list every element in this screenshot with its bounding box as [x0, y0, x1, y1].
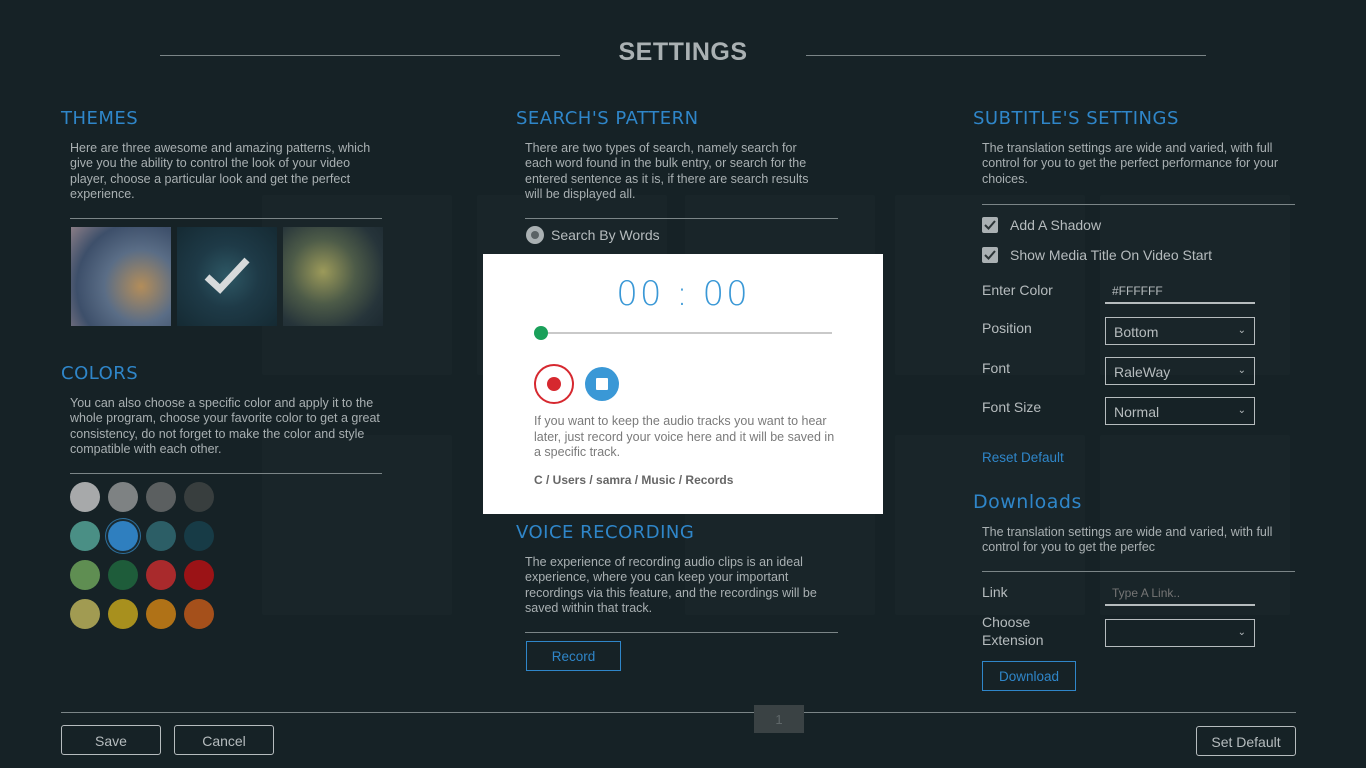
- color-swatch[interactable]: [70, 599, 100, 629]
- show-title-checkbox[interactable]: [982, 247, 998, 263]
- check-icon: [203, 255, 251, 300]
- font-size-label: Font Size: [982, 399, 1042, 415]
- color-swatch[interactable]: [108, 560, 138, 590]
- color-swatch[interactable]: [184, 482, 214, 512]
- color-swatch[interactable]: [108, 521, 138, 551]
- color-swatch[interactable]: [146, 599, 176, 629]
- downloads-description: The translation settings are wide and va…: [982, 525, 1273, 555]
- theme-tile-1[interactable]: [71, 227, 171, 326]
- color-swatch[interactable]: [146, 521, 176, 551]
- record-icon: [547, 377, 561, 391]
- position-select[interactable]: Bottom ⌄: [1105, 317, 1255, 345]
- extension-label-line1: Choose: [982, 614, 1031, 630]
- colors-description: You can also choose a specific color and…: [70, 396, 380, 456]
- voice-divider: [525, 632, 838, 633]
- chevron-down-icon: ⌄: [1237, 405, 1246, 416]
- search-title: SEARCH'S PATTERN: [516, 108, 699, 129]
- add-shadow-checkbox[interactable]: [982, 217, 998, 233]
- enter-color-input[interactable]: #FFFFFF: [1112, 284, 1163, 298]
- page-title: SETTINGS: [618, 38, 748, 66]
- search-by-words-label: Search By Words: [551, 227, 660, 243]
- colors-title: COLORS: [61, 363, 139, 384]
- theme-tile-3[interactable]: [283, 227, 383, 326]
- footer-divider: [61, 712, 1296, 713]
- font-size-select[interactable]: Normal ⌄: [1105, 397, 1255, 425]
- reset-default-link[interactable]: Reset Default: [982, 450, 1064, 465]
- chevron-down-icon: ⌄: [1237, 627, 1246, 638]
- voice-title: VOICE RECORDING: [516, 522, 695, 543]
- modal-description: If you want to keep the audio tracks you…: [534, 414, 835, 460]
- downloads-title: Downloads: [973, 491, 1082, 513]
- link-underline: [1105, 604, 1255, 606]
- extension-select[interactable]: ⌄: [1105, 619, 1255, 647]
- recording-progress-track[interactable]: [541, 332, 832, 334]
- position-value: Bottom: [1114, 324, 1159, 340]
- subtitles-title: SUBTITLE'S SETTINGS: [973, 108, 1179, 129]
- subtitles-description: The translation settings are wide and va…: [982, 141, 1278, 186]
- record-stop-button[interactable]: [585, 367, 619, 401]
- colors-divider: [70, 473, 382, 474]
- color-swatch[interactable]: [146, 482, 176, 512]
- font-select[interactable]: RaleWay ⌄: [1105, 357, 1255, 385]
- records-path: C / Users / samra / Music / Records: [534, 473, 734, 487]
- theme-tile-2[interactable]: [177, 227, 277, 326]
- extension-label-line2: Extension: [982, 632, 1044, 648]
- color-swatch[interactable]: [146, 560, 176, 590]
- position-label: Position: [982, 320, 1032, 336]
- font-value: RaleWay: [1114, 364, 1171, 380]
- title-divider-right: [806, 55, 1206, 56]
- font-label: Font: [982, 360, 1011, 376]
- voice-description: The experience of recording audio clips …: [525, 555, 817, 615]
- themes-description: Here are three awesome and amazing patte…: [70, 141, 371, 201]
- chevron-down-icon: ⌄: [1237, 325, 1246, 336]
- title-divider-left: [160, 55, 560, 56]
- record-start-button[interactable]: [534, 364, 574, 404]
- color-swatch[interactable]: [108, 599, 138, 629]
- chevron-down-icon: ⌄: [1237, 365, 1246, 376]
- record-button[interactable]: Record: [526, 641, 621, 671]
- search-by-words-radio[interactable]: [526, 226, 544, 244]
- link-input[interactable]: [1105, 583, 1255, 603]
- download-button[interactable]: Download: [982, 661, 1076, 691]
- subtitles-divider: [982, 204, 1295, 205]
- enter-color-underline: [1105, 302, 1255, 304]
- font-size-value: Normal: [1114, 404, 1160, 420]
- recording-progress-knob[interactable]: [534, 326, 548, 340]
- color-swatch[interactable]: [70, 521, 100, 551]
- voice-recording-modal: 00 : 00 If you want to keep the audio tr…: [483, 254, 883, 514]
- search-divider: [525, 218, 838, 219]
- stop-icon: [596, 378, 608, 390]
- color-swatch[interactable]: [184, 560, 214, 590]
- color-swatch[interactable]: [70, 560, 100, 590]
- add-shadow-label: Add A Shadow: [1010, 217, 1102, 233]
- color-swatch[interactable]: [184, 599, 214, 629]
- check-icon: [984, 220, 996, 230]
- set-default-button[interactable]: Set Default: [1196, 726, 1296, 756]
- search-description: There are two types of search, namely se…: [525, 141, 809, 201]
- color-swatch[interactable]: [108, 482, 138, 512]
- page-number[interactable]: 1: [754, 705, 804, 733]
- link-label: Link: [982, 584, 1008, 600]
- color-swatch[interactable]: [70, 482, 100, 512]
- check-icon: [984, 250, 996, 260]
- themes-title: THEMES: [61, 108, 139, 129]
- cancel-button[interactable]: Cancel: [174, 725, 274, 755]
- recording-timer: 00 : 00: [616, 274, 750, 314]
- show-title-label: Show Media Title On Video Start: [1010, 247, 1213, 263]
- save-button[interactable]: Save: [61, 725, 161, 755]
- downloads-divider: [982, 571, 1295, 572]
- themes-divider: [70, 218, 382, 219]
- enter-color-label: Enter Color: [982, 282, 1053, 298]
- color-swatch[interactable]: [184, 521, 214, 551]
